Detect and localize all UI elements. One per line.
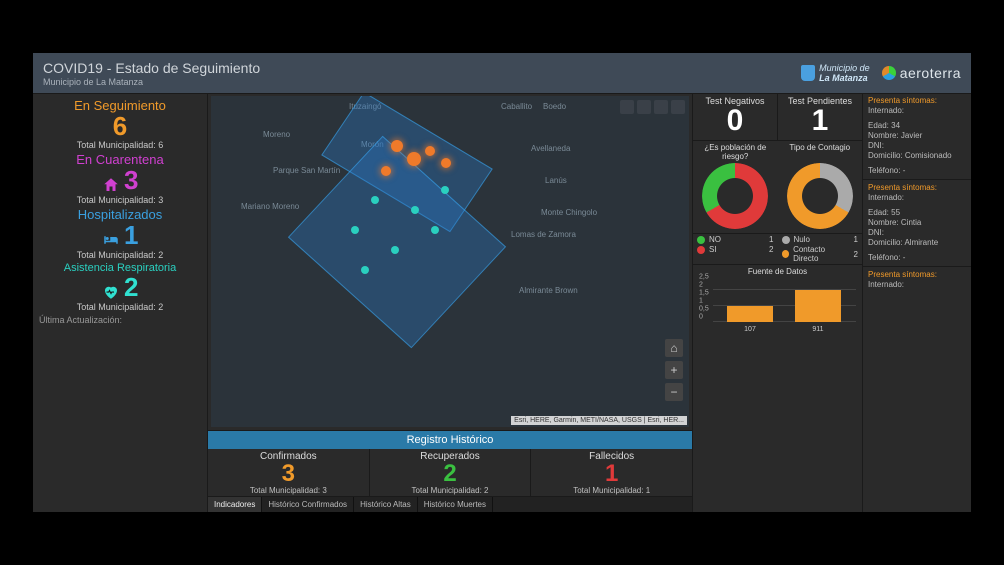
map-label: Lanús [545, 176, 567, 185]
page-subtitle: Municipio de La Matanza [43, 77, 260, 87]
historico-tabs: Indicadores Histórico Confirmados Histór… [208, 496, 692, 512]
map-tool-icon[interactable] [654, 100, 668, 114]
map[interactable]: Moreno Ituzaingó Morón Caballito Boedo A… [211, 96, 689, 427]
contagio-donut-chart [787, 163, 853, 229]
recuperados-sub: Total Municipalidad: 2 [370, 486, 531, 495]
map-attribution: Esri, HERE, Garmin, METI/NASA, USGS | Es… [511, 416, 687, 425]
legend-swatch-nulo [782, 236, 790, 244]
respiratoria-sub: Total Municipalidad: 2 [35, 302, 205, 312]
legend-swatch-directo [782, 250, 790, 258]
map-label: Boedo [543, 102, 566, 111]
map-tool-icon[interactable] [671, 100, 685, 114]
map-zoom-out-button[interactable]: − [665, 383, 683, 401]
map-home-button[interactable]: ⌂ [665, 339, 683, 357]
map-dot[interactable] [441, 186, 449, 194]
brand-municipio: Municipio de La Matanza [801, 63, 870, 83]
seguimiento-sub: Total Municipalidad: 6 [35, 140, 205, 150]
contagio-legend: Nulo1 Contacto Directo2 [778, 234, 863, 264]
historico-panel: Registro Histórico Confirmados 3 Total M… [208, 430, 692, 512]
recuperados-value: 2 [370, 462, 531, 486]
tab-hist-altas[interactable]: Histórico Altas [354, 497, 418, 512]
map-label: Monte Chingolo [541, 208, 597, 217]
map-dot-cluster[interactable] [407, 152, 421, 166]
patient-card[interactable]: Presenta síntomas: Internado: [863, 267, 971, 293]
riesgo-legend: NO1 SI2 [693, 234, 778, 264]
brand-aeroterra: aeroterra [882, 65, 961, 81]
contagio-title: Tipo de Contagio [780, 143, 861, 161]
crest-icon [801, 65, 815, 81]
confirmados-sub: Total Municipalidad: 3 [208, 486, 369, 495]
map-tool-icon[interactable] [637, 100, 651, 114]
map-dot-cluster[interactable] [391, 140, 403, 152]
map-dot-cluster[interactable] [441, 158, 451, 168]
fuente-bar-911 [795, 290, 841, 322]
tab-hist-muertes[interactable]: Histórico Muertes [418, 497, 493, 512]
map-dot[interactable] [431, 226, 439, 234]
map-dot[interactable] [411, 206, 419, 214]
last-update-label: Última Actualización: [35, 315, 205, 325]
tab-indicadores[interactable]: Indicadores [208, 497, 262, 512]
map-label: Lomas de Zamora [511, 230, 576, 239]
map-label: Caballito [501, 102, 532, 111]
legend-swatch-no [697, 236, 705, 244]
page-title: COVID19 - Estado de Seguimiento [43, 60, 260, 76]
left-metrics-panel: En Seguimiento 6 Total Municipalidad: 6 … [33, 93, 208, 512]
map-dot[interactable] [391, 246, 399, 254]
historico-title: Registro Histórico [208, 431, 692, 449]
map-zoom-in-button[interactable]: + [665, 361, 683, 379]
legend-swatch-si [697, 246, 705, 254]
map-label: Almirante Brown [519, 286, 578, 295]
cuarentena-value: 3 [124, 165, 138, 195]
map-dot[interactable] [351, 226, 359, 234]
cuarentena-sub: Total Municipalidad: 3 [35, 195, 205, 205]
map-label: Avellaneda [531, 144, 570, 153]
map-tool-icon[interactable] [620, 100, 634, 114]
dashboard: COVID19 - Estado de Seguimiento Municipi… [32, 52, 972, 513]
bed-icon [102, 231, 120, 249]
hospitalizados-row: 1 [35, 222, 205, 249]
map-toolbar [620, 100, 685, 114]
patient-card[interactable]: Presenta síntomas: Internado: Edad: 55 N… [863, 180, 971, 267]
respiratoria-value: 2 [124, 272, 138, 302]
cuarentena-row: 3 [35, 167, 205, 194]
hospitalizados-label: Hospitalizados [35, 207, 205, 222]
test-neg-value: 0 [693, 106, 777, 136]
header-bar: COVID19 - Estado de Seguimiento Municipi… [33, 53, 971, 94]
map-dot-cluster[interactable] [425, 146, 435, 156]
cuarentena-label: En Cuarentena [35, 152, 205, 167]
confirmados-value: 3 [208, 462, 369, 486]
hospitalizados-sub: Total Municipalidad: 2 [35, 250, 205, 260]
map-label: Moreno [263, 130, 290, 139]
heart-pulse-icon [102, 283, 120, 301]
test-pen-value: 1 [778, 106, 862, 136]
map-label: Parque San Martín [273, 166, 340, 175]
map-dot[interactable] [361, 266, 369, 274]
riesgo-title: ¿Es población de riesgo? [695, 143, 776, 161]
right-charts-panel: Test Negativos 0 Test Pendientes 1 ¿Es p… [693, 93, 863, 512]
riesgo-donut-chart [702, 163, 768, 229]
tab-hist-confirmados[interactable]: Histórico Confirmados [262, 497, 354, 512]
seguimiento-value: 6 [35, 113, 205, 139]
respiratoria-row: 2 [35, 274, 205, 301]
fuente-bar-chart: 0 0,5 1 1,5 2 2,5 107 911 [699, 278, 856, 332]
patients-panel: Presenta síntomas: Internado: Edad: 34 N… [863, 93, 971, 512]
patient-card[interactable]: Presenta síntomas: Internado: Edad: 34 N… [863, 93, 971, 180]
hospitalizados-value: 1 [124, 220, 138, 250]
fuente-panel: Fuente de Datos 0 0,5 1 1,5 2 2,5 107 [693, 264, 862, 332]
fuente-title: Fuente de Datos [693, 265, 862, 278]
map-label: Mariano Moreno [241, 202, 299, 211]
fuente-bar-107 [727, 306, 773, 322]
fallecidos-value: 1 [531, 462, 692, 486]
map-dot[interactable] [371, 196, 379, 204]
fallecidos-sub: Total Municipalidad: 1 [531, 486, 692, 495]
respiratoria-label: Asistencia Respiratoria [35, 262, 205, 274]
home-icon [102, 176, 120, 194]
globe-icon [882, 66, 896, 80]
map-dot-cluster[interactable] [381, 166, 391, 176]
